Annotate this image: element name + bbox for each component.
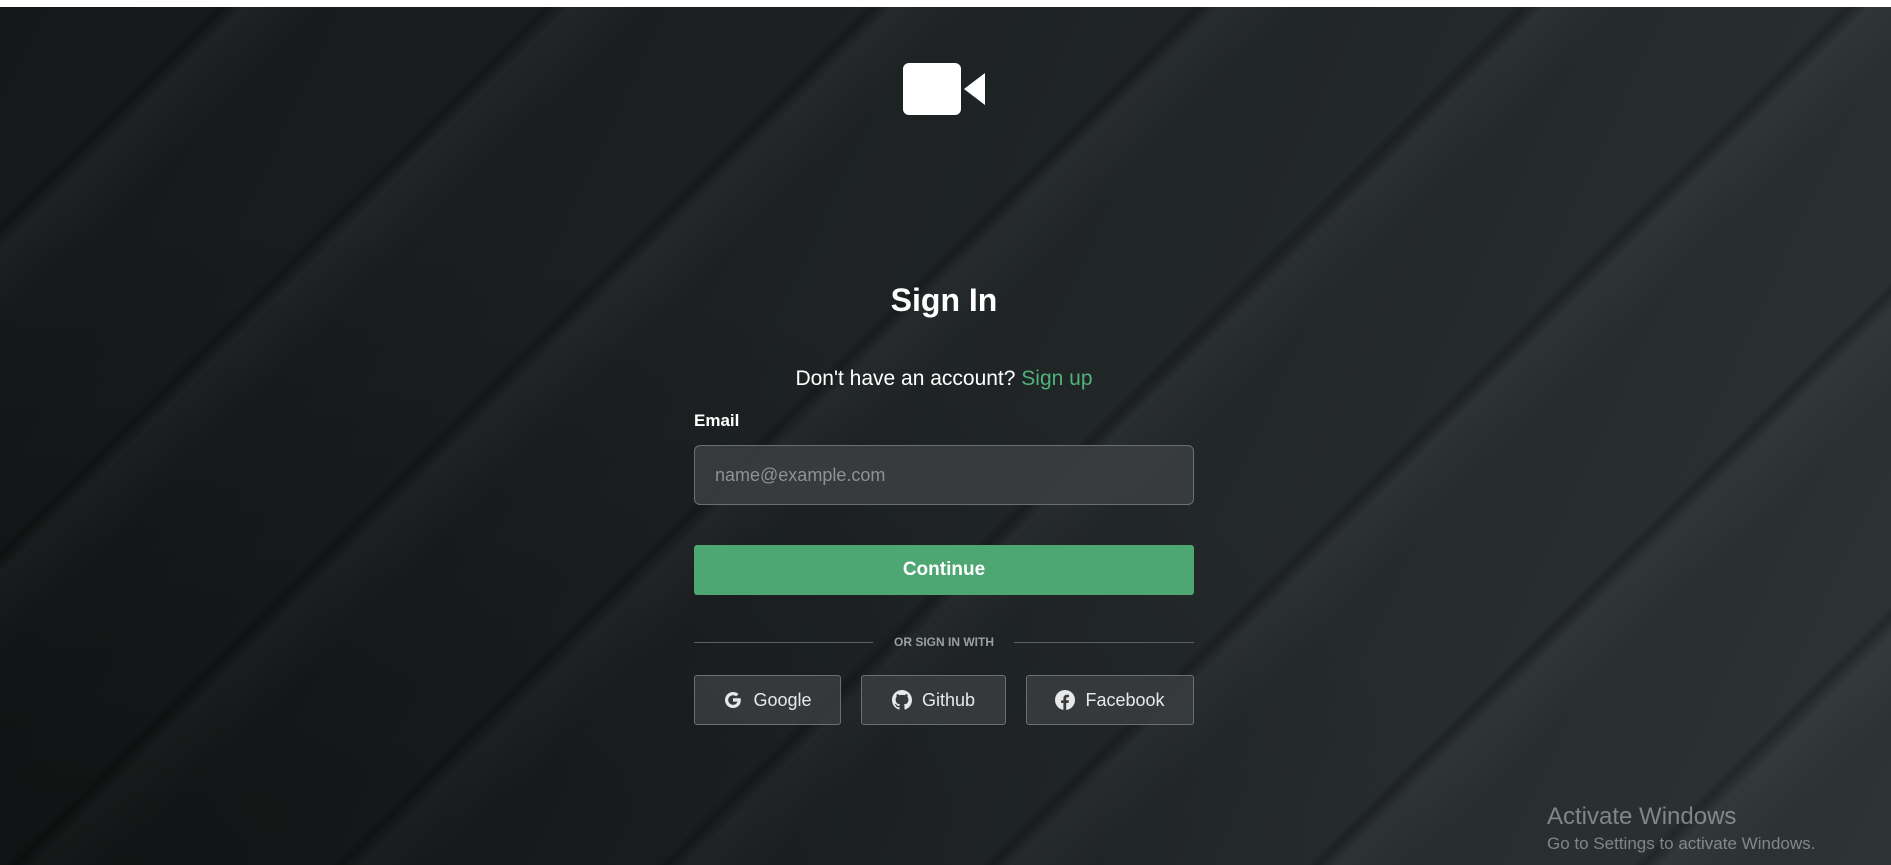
activate-windows-title: Activate Windows <box>1547 803 1737 830</box>
signup-link[interactable]: Sign up <box>1021 367 1092 390</box>
github-button[interactable]: Github <box>861 675 1006 725</box>
facebook-icon <box>1055 690 1076 710</box>
page-title: Sign In <box>890 282 998 318</box>
facebook-button-label: Facebook <box>1085 689 1165 710</box>
divider: OR SIGN IN WITH <box>694 632 1194 652</box>
divider-text: OR SIGN IN WITH <box>894 635 994 649</box>
continue-button[interactable]: Continue <box>694 545 1194 595</box>
signup-prompt-text: Don't have an account? <box>795 367 1016 390</box>
video-camera-icon <box>903 63 985 115</box>
activate-windows-subtitle: Go to Settings to activate Windows. <box>1547 834 1816 853</box>
page-background: Sign In Don't have an account? Sign up E… <box>0 7 1891 865</box>
google-icon <box>725 692 742 708</box>
google-button-label: Google <box>753 689 812 710</box>
github-icon <box>891 690 912 710</box>
email-field[interactable] <box>694 445 1194 505</box>
facebook-button[interactable]: Facebook <box>1026 675 1194 725</box>
signup-prompt: Don't have an account? Sign up <box>694 365 1194 393</box>
activate-windows-watermark: Activate Windows Go to Settings to activ… <box>1547 802 1815 856</box>
github-button-label: Github <box>921 689 976 710</box>
google-button[interactable]: Google <box>694 675 841 725</box>
email-label: Email <box>694 411 740 430</box>
